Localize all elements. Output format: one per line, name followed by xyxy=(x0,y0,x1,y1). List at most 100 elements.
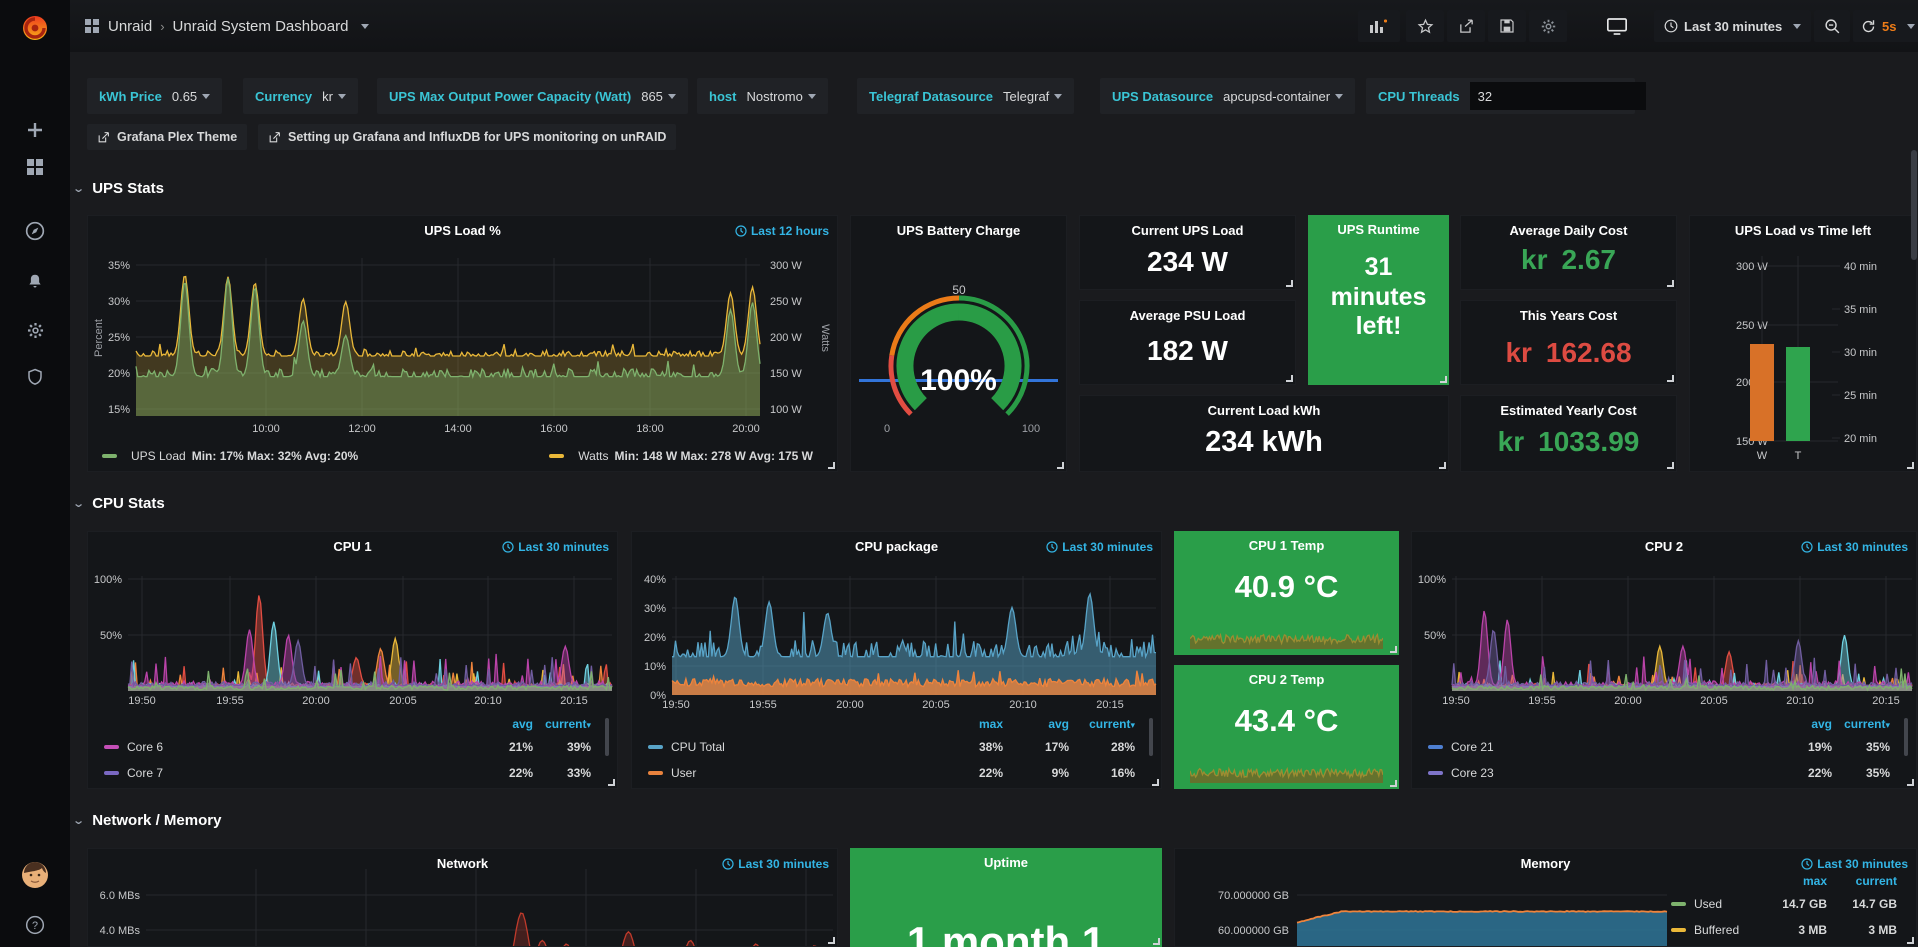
variable-currency[interactable]: Currency kr xyxy=(243,78,358,114)
panel-title[interactable]: Uptime xyxy=(850,855,1162,870)
svg-text:20%: 20% xyxy=(644,632,666,644)
panel-timerange[interactable]: Last 30 minutes xyxy=(502,540,609,554)
clock-icon xyxy=(1801,858,1813,870)
panel-title[interactable]: Average PSU Load xyxy=(1080,308,1295,323)
panel-title[interactable]: Current UPS Load xyxy=(1080,223,1295,238)
panel-title[interactable]: CPU 2 Temp xyxy=(1174,672,1399,687)
variable-value-dropdown[interactable]: apcupsd-container xyxy=(1223,89,1343,104)
panel-title[interactable]: Average Daily Cost xyxy=(1461,223,1676,238)
panel-timerange[interactable]: Last 30 minutes xyxy=(722,857,829,871)
panel-estimated-yearly-cost: Estimated Yearly Cost kr1033.99 xyxy=(1460,395,1677,472)
legend-series-name[interactable]: Used xyxy=(1694,897,1757,911)
dashboard-link-plex-theme[interactable]: Grafana Plex Theme xyxy=(87,124,247,150)
variable-kwh-price[interactable]: kWh Price 0.65 xyxy=(87,78,222,114)
dashboard-caret-icon[interactable] xyxy=(361,24,369,29)
variable-host[interactable]: host Nostromo xyxy=(697,78,828,114)
dashboard-link-ups-monitoring[interactable]: Setting up Grafana and InfluxDB for UPS … xyxy=(258,124,676,150)
legend-header[interactable]: max xyxy=(937,717,1003,731)
panel-title[interactable]: UPS Battery Charge xyxy=(851,223,1066,238)
variable-value-dropdown[interactable]: 865 xyxy=(641,89,676,104)
svg-text:18:00: 18:00 xyxy=(636,423,664,435)
cpu-threads-input[interactable] xyxy=(1470,82,1646,110)
user-avatar[interactable] xyxy=(0,858,70,892)
sidebar-item-alerting[interactable] xyxy=(0,264,70,298)
legend-series-name[interactable]: Core 6 xyxy=(127,740,475,754)
cpu1-chart[interactable]: 100%50%19:5019:5520:0020:0520:1020:15 xyxy=(88,532,618,714)
legend-header[interactable]: current▾ xyxy=(1832,717,1890,731)
panel-title[interactable]: UPS Load vs Time left xyxy=(1690,223,1916,238)
panel-title[interactable]: Estimated Yearly Cost xyxy=(1461,403,1676,418)
legend-scrollbar[interactable] xyxy=(1904,718,1908,756)
variable-value-dropdown[interactable]: 0.65 xyxy=(172,89,210,104)
variable-telegraf-datasource[interactable]: Telegraf Datasource Telegraf xyxy=(857,78,1074,114)
breadcrumb-dashboard-title[interactable]: Unraid System Dashboard xyxy=(173,18,349,35)
sidebar-item-dashboards[interactable] xyxy=(0,150,70,184)
legend-header[interactable]: max xyxy=(1757,874,1827,888)
legend-series-name[interactable]: Core 7 xyxy=(127,766,475,780)
refresh-picker[interactable]: 5s xyxy=(1853,10,1918,42)
legend-series-name[interactable]: CPU Total xyxy=(671,740,937,754)
save-dashboard-button[interactable] xyxy=(1488,10,1526,42)
legend-series-stats: Min: 17% Max: 32% Avg: 20% xyxy=(192,449,359,463)
variable-ups-max-output[interactable]: UPS Max Output Power Capacity (Watt) 865 xyxy=(377,78,688,114)
share-dashboard-button[interactable] xyxy=(1447,10,1485,42)
legend-series-name[interactable]: UPS Load xyxy=(131,449,186,463)
panel-timerange[interactable]: Last 30 minutes xyxy=(1801,857,1908,871)
section-header-network-memory[interactable]: ⌄Network / Memory xyxy=(74,812,221,829)
breadcrumb-app[interactable]: Unraid xyxy=(108,18,152,35)
panel-title[interactable]: Current Load kWh xyxy=(1080,403,1448,418)
legend-series-name[interactable]: Core 21 xyxy=(1451,740,1774,754)
save-icon xyxy=(1499,18,1515,34)
ups-load-chart[interactable]: 35%30%25%20%15%300 W250 W200 W150 W100 W… xyxy=(88,216,838,472)
panel-title[interactable]: UPS Runtime xyxy=(1308,222,1449,237)
legend-scrollbar[interactable] xyxy=(1149,718,1153,756)
compass-icon xyxy=(25,221,45,241)
sidebar-item-create[interactable] xyxy=(0,113,70,147)
sidebar-item-help[interactable]: ? xyxy=(0,908,70,942)
panel-timerange[interactable]: Last 30 minutes xyxy=(1801,540,1908,554)
panel-timerange[interactable]: Last 12 hours xyxy=(735,224,829,238)
panel-title[interactable]: This Years Cost xyxy=(1461,308,1676,323)
add-panel-button[interactable] xyxy=(1358,10,1400,42)
sidebar-item-configuration[interactable] xyxy=(0,313,70,347)
variable-ups-datasource[interactable]: UPS Datasource apcupsd-container xyxy=(1100,78,1355,114)
panel-ups-runtime: UPS Runtime 31minutesleft! xyxy=(1308,215,1449,385)
sidebar-item-explore[interactable] xyxy=(0,214,70,248)
time-range-picker[interactable]: Last 30 minutes xyxy=(1654,10,1811,42)
cpu2-chart[interactable]: 100%50%19:5019:5520:0020:0520:1020:15 xyxy=(1412,532,1917,714)
legend-scrollbar[interactable] xyxy=(605,718,609,756)
svg-text:Watts: Watts xyxy=(819,324,831,352)
legend-header[interactable]: current▾ xyxy=(533,717,591,731)
legend-series-name[interactable]: Buffered xyxy=(1694,923,1757,937)
cpu-package-chart[interactable]: 40%30%20%10%0%19:5019:5520:0020:0520:102… xyxy=(632,532,1162,714)
legend-series-name[interactable]: Watts xyxy=(578,449,608,463)
legend-header[interactable]: current▾ xyxy=(1069,717,1135,731)
panel-timerange[interactable]: Last 30 minutes xyxy=(1046,540,1153,554)
grafana-logo[interactable] xyxy=(0,8,70,48)
apps-icon[interactable] xyxy=(84,18,100,34)
section-header-cpu-stats[interactable]: ⌄CPU Stats xyxy=(74,495,165,512)
ups-load-vs-time-bar-chart[interactable]: 300 W250 W200 W150 W40 min35 min30 min25… xyxy=(1690,216,1917,472)
legend-series-name[interactable]: Core 23 xyxy=(1451,766,1774,780)
ups-battery-gauge[interactable]: 050100 xyxy=(851,216,1067,472)
legend-swatch xyxy=(102,454,117,458)
star-dashboard-button[interactable] xyxy=(1406,10,1444,42)
cycle-view-mode-button[interactable] xyxy=(1596,10,1638,42)
panel-cpu2-graph: CPU 2 Last 30 minutes 100%50%19:5019:552… xyxy=(1411,531,1917,789)
svg-text:19:50: 19:50 xyxy=(1442,695,1470,707)
zoom-out-time-button[interactable] xyxy=(1814,10,1850,42)
variable-value-dropdown[interactable]: kr xyxy=(322,89,346,104)
section-header-ups-stats[interactable]: ⌄UPS Stats xyxy=(74,180,164,197)
sidebar-item-server-admin[interactable] xyxy=(0,360,70,394)
variable-value-dropdown[interactable]: Nostromo xyxy=(746,89,815,104)
legend-header[interactable]: avg xyxy=(1003,717,1069,731)
panel-title[interactable]: UPS Load % xyxy=(88,223,837,238)
panel-title[interactable]: CPU 1 Temp xyxy=(1174,538,1399,553)
legend-header[interactable]: avg xyxy=(1774,717,1832,731)
page-scrollbar[interactable] xyxy=(1911,150,1917,260)
legend-header[interactable]: avg xyxy=(475,717,533,731)
dashboard-settings-button[interactable] xyxy=(1529,10,1567,42)
variable-value-dropdown[interactable]: Telegraf xyxy=(1003,89,1062,104)
legend-series-name[interactable]: User xyxy=(671,766,937,780)
legend-header[interactable]: current xyxy=(1827,874,1897,888)
